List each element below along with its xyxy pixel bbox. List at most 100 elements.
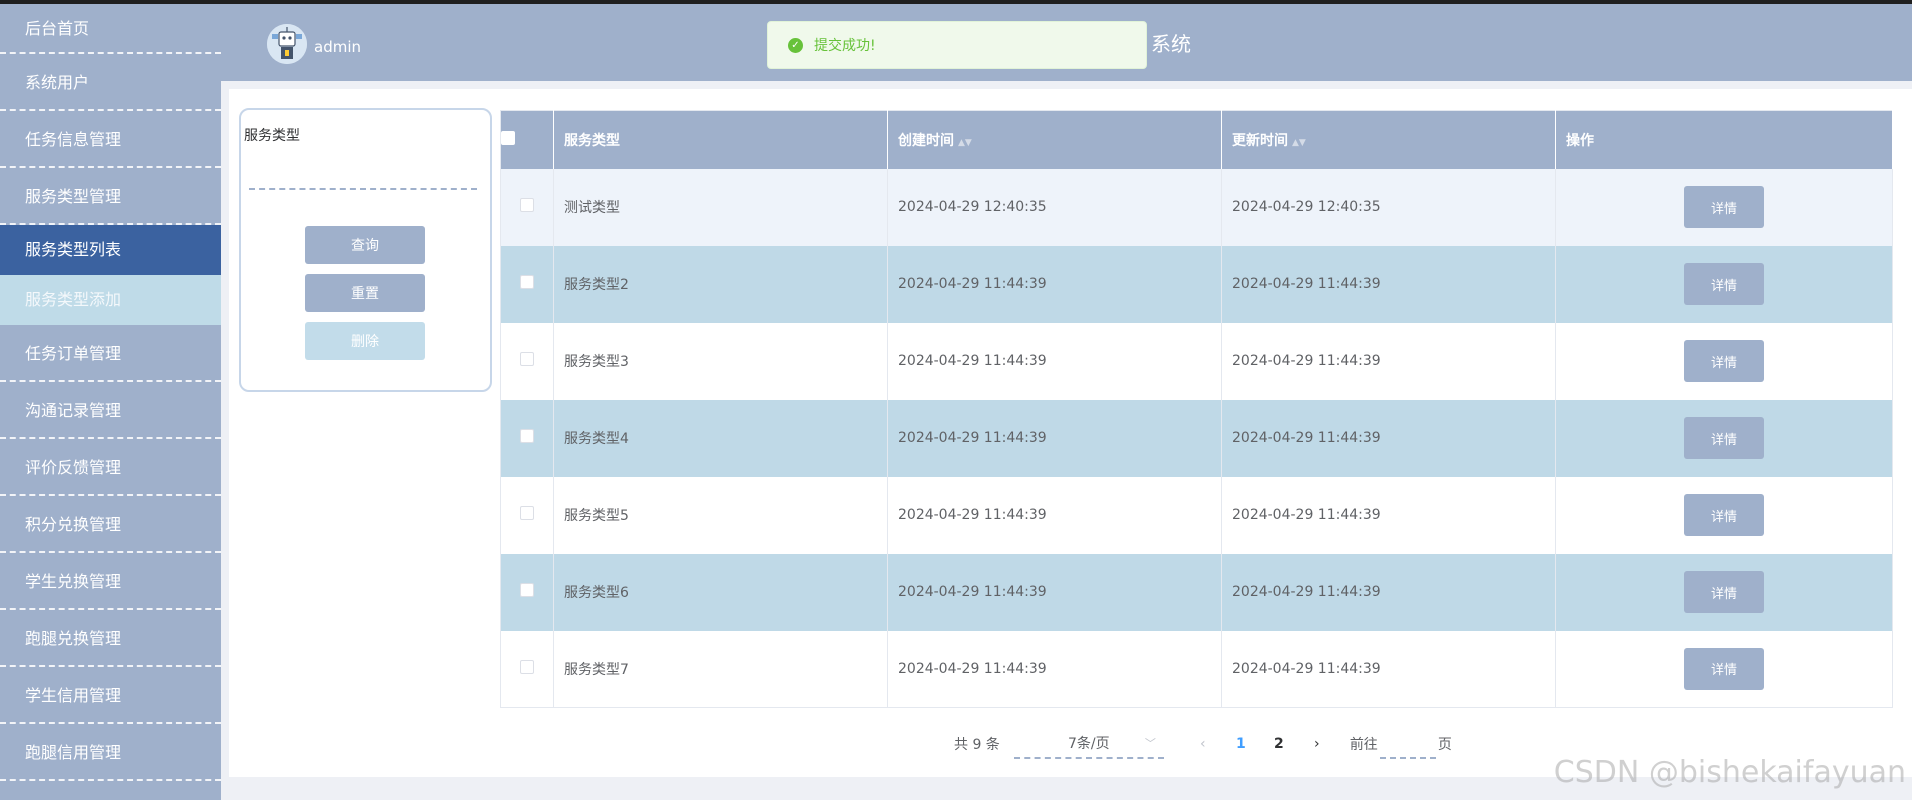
cell-updated-time: 2024-04-29 11:44:39 xyxy=(1221,399,1556,477)
search-card: 服务类型 查询 重置 删除 xyxy=(239,108,492,392)
service-type-table: 服务类型 创建时间 ▲▼ 更新时间 ▲▼ 操作 测试类型 2024-04-29 12… xyxy=(500,110,1893,708)
sidebar-item-home[interactable]: 后台首页 xyxy=(0,4,221,54)
page-button-2[interactable]: 2 xyxy=(1260,736,1298,752)
service-type-input[interactable] xyxy=(249,160,477,190)
username: admin xyxy=(314,38,361,56)
row-checkbox-cell xyxy=(500,476,554,554)
detail-button[interactable]: 详情 xyxy=(1684,571,1764,613)
row-checkbox[interactable] xyxy=(520,275,534,289)
sidebar-item-service-type-list[interactable]: 服务类型列表 xyxy=(0,225,221,275)
row-checkbox-cell xyxy=(500,245,554,323)
row-checkbox-cell xyxy=(500,168,554,246)
header-updated-label: 更新时间 xyxy=(1232,132,1288,149)
next-page-icon[interactable]: › xyxy=(1298,736,1336,752)
cell-service-type: 服务类型2 xyxy=(553,245,888,323)
sidebar-item-service-type-add[interactable]: 服务类型添加 xyxy=(0,275,221,325)
table-row[interactable]: 服务类型5 2024-04-29 11:44:39 2024-04-29 11:… xyxy=(500,476,1893,554)
cell-service-type: 服务类型7 xyxy=(553,630,888,708)
sort-icon[interactable]: ▲▼ xyxy=(1292,138,1306,148)
table-row[interactable]: 服务类型7 2024-04-29 11:44:39 2024-04-29 11:… xyxy=(500,630,1893,708)
detail-button[interactable]: 详情 xyxy=(1684,417,1764,459)
select-all-checkbox[interactable] xyxy=(501,130,515,145)
row-checkbox-cell xyxy=(500,630,554,708)
table-row[interactable]: 测试类型 2024-04-29 12:40:35 2024-04-29 12:4… xyxy=(500,168,1893,246)
system-title: 系统 xyxy=(1151,32,1191,56)
cell-operations: 详情 xyxy=(1555,553,1893,631)
row-checkbox[interactable] xyxy=(520,429,534,443)
goto-page-input[interactable] xyxy=(1379,729,1436,759)
goto-prefix: 前往 xyxy=(1349,737,1378,753)
cell-created-time: 2024-04-29 12:40:35 xyxy=(887,168,1222,246)
header-operations: 操作 xyxy=(1555,110,1893,169)
row-checkbox[interactable] xyxy=(520,659,534,674)
chevron-down-icon: ﹀ xyxy=(1144,737,1156,750)
sidebar-item-task-order[interactable]: 任务订单管理 xyxy=(0,325,221,382)
row-checkbox[interactable] xyxy=(520,506,534,520)
toast-message: 提交成功! xyxy=(814,38,876,54)
cell-operations: 详情 xyxy=(1555,168,1893,246)
cell-service-type: 服务类型6 xyxy=(553,553,888,631)
cell-operations: 详情 xyxy=(1555,399,1893,477)
header-created-time[interactable]: 创建时间 ▲▼ xyxy=(887,110,1222,169)
row-checkbox-cell xyxy=(500,322,554,400)
table-row[interactable]: 服务类型6 2024-04-29 11:44:39 2024-04-29 11:… xyxy=(500,553,1893,631)
header-updated-time[interactable]: 更新时间 ▲▼ xyxy=(1221,110,1556,169)
sort-icon[interactable]: ▲▼ xyxy=(958,138,972,148)
cell-updated-time: 2024-04-29 11:44:39 xyxy=(1221,245,1556,323)
detail-button[interactable]: 详情 xyxy=(1684,186,1764,228)
cell-service-type: 服务类型5 xyxy=(553,476,888,554)
detail-button[interactable]: 详情 xyxy=(1684,494,1764,536)
cell-updated-time: 2024-04-29 11:44:39 xyxy=(1221,553,1556,631)
row-checkbox[interactable] xyxy=(520,198,534,212)
avatar[interactable] xyxy=(267,24,307,64)
main-content: 服务类型 查询 重置 删除 服务类型 创建时间 ▲▼ 更新时间 ▲▼ 操作 测试… xyxy=(229,89,1912,777)
detail-button[interactable]: 详情 xyxy=(1684,647,1764,690)
sidebar-item-task-info[interactable]: 任务信息管理 xyxy=(0,111,221,168)
page-size-value: 7条/页 xyxy=(1068,736,1110,752)
table-row[interactable]: 服务类型4 2024-04-29 11:44:39 2024-04-29 11:… xyxy=(500,399,1893,477)
watermark: CSDN @bishekaifayuan xyxy=(1553,755,1906,790)
pagination-total: 共 9 条 xyxy=(954,737,1000,753)
delete-button[interactable]: 删除 xyxy=(305,322,425,360)
cell-operations: 详情 xyxy=(1555,476,1893,554)
sidebar-item-service-type[interactable]: 服务类型管理 xyxy=(0,168,221,225)
row-checkbox[interactable] xyxy=(520,583,534,597)
select-all-cell xyxy=(500,110,554,169)
sidebar-item-feedback[interactable]: 评价反馈管理 xyxy=(0,439,221,496)
sidebar-item-runner-credit[interactable]: 跑腿信用管理 xyxy=(0,724,221,781)
row-checkbox-cell xyxy=(500,553,554,631)
cell-updated-time: 2024-04-29 11:44:39 xyxy=(1221,322,1556,400)
cell-service-type: 服务类型3 xyxy=(553,322,888,400)
cell-created-time: 2024-04-29 11:44:39 xyxy=(887,630,1222,708)
sidebar-item-system-users[interactable]: 系统用户 xyxy=(0,54,221,111)
cell-updated-time: 2024-04-29 11:44:39 xyxy=(1221,476,1556,554)
sidebar-item-communication[interactable]: 沟通记录管理 xyxy=(0,382,221,439)
sidebar: 后台首页 系统用户 任务信息管理 服务类型管理 服务类型列表 服务类型添加 任务… xyxy=(0,4,221,800)
cell-operations: 详情 xyxy=(1555,245,1893,323)
row-checkbox-cell xyxy=(500,399,554,477)
cell-service-type: 服务类型4 xyxy=(553,399,888,477)
table-row[interactable]: 服务类型2 2024-04-29 11:44:39 2024-04-29 11:… xyxy=(500,245,1893,323)
cell-operations: 详情 xyxy=(1555,322,1893,400)
page-size-select[interactable]: 7条/页 ﹀ xyxy=(1013,729,1164,759)
cell-service-type: 测试类型 xyxy=(553,168,888,246)
sidebar-item-student-exchange[interactable]: 学生兑换管理 xyxy=(0,553,221,610)
success-toast: ✓ 提交成功! xyxy=(767,21,1147,69)
row-checkbox[interactable] xyxy=(520,352,534,366)
reset-button[interactable]: 重置 xyxy=(305,274,425,312)
table-row[interactable]: 服务类型3 2024-04-29 11:44:39 2024-04-29 11:… xyxy=(500,322,1893,400)
table-header-row: 服务类型 创建时间 ▲▼ 更新时间 ▲▼ 操作 xyxy=(500,110,1893,169)
sidebar-item-runner-exchange[interactable]: 跑腿兑换管理 xyxy=(0,610,221,667)
sidebar-item-points-exchange[interactable]: 积分兑换管理 xyxy=(0,496,221,553)
search-label: 服务类型 xyxy=(244,128,300,144)
detail-button[interactable]: 详情 xyxy=(1684,340,1764,382)
cell-created-time: 2024-04-29 11:44:39 xyxy=(887,553,1222,631)
query-button[interactable]: 查询 xyxy=(305,226,425,264)
header-created-label: 创建时间 xyxy=(898,132,954,149)
detail-button[interactable]: 详情 xyxy=(1684,263,1764,305)
prev-page-icon[interactable]: ‹ xyxy=(1184,736,1222,752)
cell-updated-time: 2024-04-29 12:40:35 xyxy=(1221,168,1556,246)
sidebar-item-student-credit[interactable]: 学生信用管理 xyxy=(0,667,221,724)
cell-created-time: 2024-04-29 11:44:39 xyxy=(887,476,1222,554)
page-button-1[interactable]: 1 xyxy=(1222,736,1260,752)
